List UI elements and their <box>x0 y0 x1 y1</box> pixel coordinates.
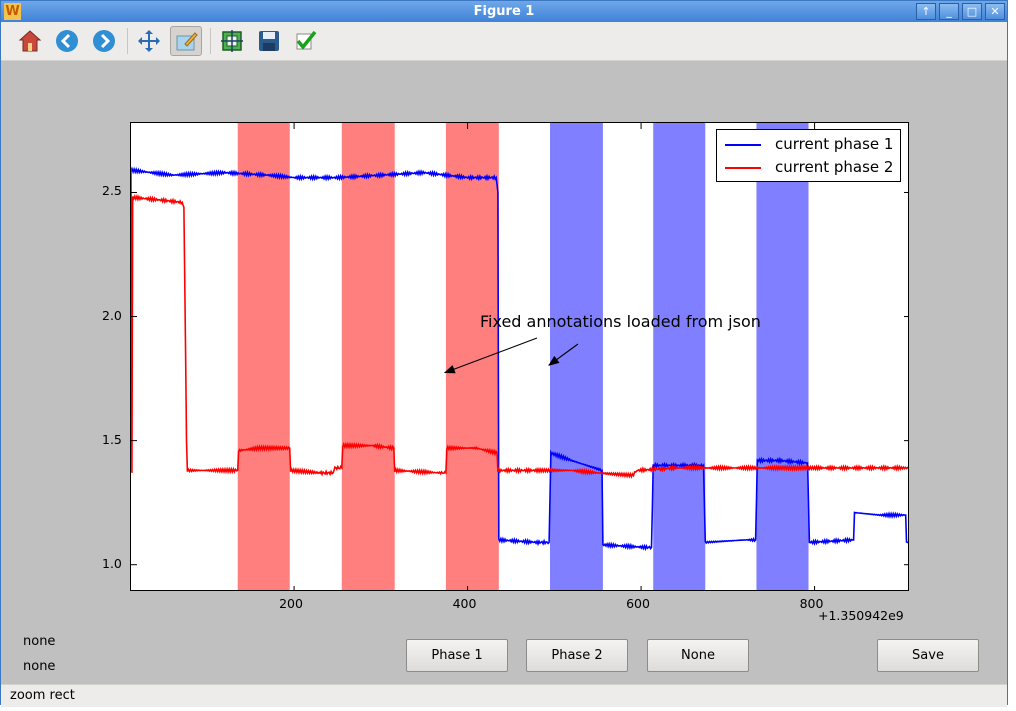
zoom-rect-icon <box>176 32 198 51</box>
legend-entry-phase1: current phase 1 <box>725 135 895 155</box>
toolbar <box>1 22 1007 61</box>
edit-check-icon <box>296 30 317 50</box>
y-tick-label: 2.0 <box>102 307 122 323</box>
maximize-icon[interactable]: □ <box>962 3 982 20</box>
home-button[interactable] <box>14 26 46 56</box>
highlight-span-3 <box>445 123 499 590</box>
legend-label-phase2: current phase 2 <box>775 158 894 176</box>
back-button[interactable] <box>51 26 83 56</box>
close-icon[interactable]: ✕ <box>985 3 1005 20</box>
highlight-span-5 <box>653 123 706 590</box>
title-bar[interactable]: W Figure 1 ↑ _ □ ✕ <box>1 1 1007 22</box>
subplots-icon <box>221 30 243 52</box>
home-icon <box>18 30 42 52</box>
highlight-span-6 <box>756 123 809 590</box>
forward-button[interactable] <box>88 26 120 56</box>
x-tick-label: 400 <box>452 596 477 611</box>
minimize-icon[interactable]: _ <box>939 3 959 20</box>
status-bar: zoom rect <box>1 684 1007 707</box>
legend-line-phase1 <box>725 144 761 146</box>
plot-area[interactable] <box>130 122 909 591</box>
save-button[interactable]: Save <box>877 639 979 672</box>
pan-button[interactable] <box>133 26 165 56</box>
chart-canvas <box>131 123 908 590</box>
edit-parameters-button[interactable] <box>290 26 322 56</box>
x-tick-label: 600 <box>626 596 650 611</box>
status-label-2: none <box>23 659 56 674</box>
pin-icon[interactable]: ↑ <box>916 3 936 20</box>
subplots-button[interactable] <box>216 26 248 56</box>
pan-icon <box>138 30 160 52</box>
status-label-1: none <box>23 634 56 649</box>
save-figure-button[interactable] <box>253 26 285 56</box>
y-tick-label: 1.0 <box>102 555 122 571</box>
none-button[interactable]: None <box>647 639 749 672</box>
legend: current phase 1 current phase 2 <box>716 129 901 182</box>
x-tick-label: 200 <box>279 596 303 611</box>
back-icon <box>56 30 78 52</box>
y-tick-label: 2.5 <box>102 183 122 199</box>
phase1-button[interactable]: Phase 1 <box>406 639 508 672</box>
y-tick-label: 1.5 <box>102 431 122 447</box>
toolbar-separator <box>127 28 128 54</box>
x-offset-label: +1.350942e9 <box>818 608 904 623</box>
status-mode: zoom rect <box>10 688 75 703</box>
highlight-span-2 <box>341 123 395 590</box>
window-title: Figure 1 <box>473 4 535 19</box>
highlight-span-4 <box>549 123 603 590</box>
save-icon <box>259 31 279 51</box>
annotation-text: Fixed annotations loaded from json <box>480 312 761 331</box>
highlight-span-1 <box>237 123 290 590</box>
legend-entry-phase2: current phase 2 <box>725 158 895 178</box>
legend-line-phase2 <box>725 167 761 169</box>
legend-label-phase1: current phase 1 <box>775 135 894 153</box>
toolbar-separator <box>210 28 211 54</box>
zoom-rect-button[interactable] <box>170 26 202 56</box>
phase2-button[interactable]: Phase 2 <box>526 639 628 672</box>
figure-window: W Figure 1 ↑ _ □ ✕ 200 400 600 800 1.0 1… <box>0 0 1008 707</box>
forward-icon <box>93 30 115 52</box>
